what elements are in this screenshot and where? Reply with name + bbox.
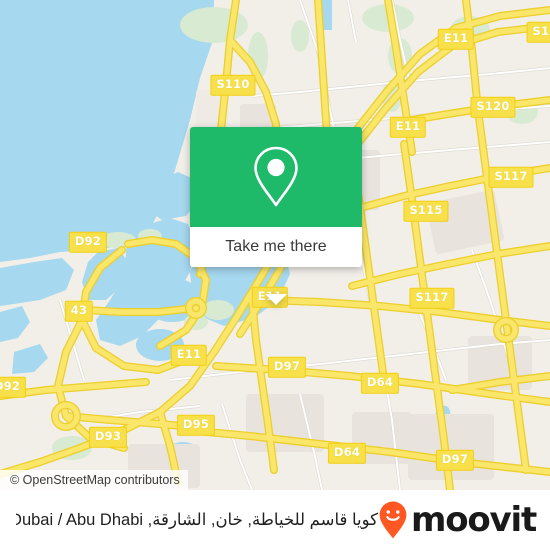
road-shield: S110 — [210, 74, 256, 96]
location-pin-icon — [254, 146, 298, 207]
footer-bar: كويا قاسم للخياطة, خان, الشارقة, Dubai /… — [0, 490, 550, 550]
road-shield: E11 — [170, 344, 208, 366]
road-shield: D93 — [88, 426, 128, 448]
road-shield: D64 — [360, 372, 400, 394]
road-shield: S120 — [470, 96, 516, 118]
road-shield: S117 — [409, 287, 455, 309]
road-shield: D97 — [435, 449, 475, 471]
road-shield: S115 — [403, 200, 449, 222]
moovit-brand[interactable]: moovit — [378, 500, 537, 540]
road-shield: D97 — [267, 356, 307, 378]
moovit-smiley-pin-icon — [379, 501, 407, 539]
take-me-there-card[interactable]: Take me there — [190, 127, 362, 305]
road-shield: D64 — [327, 442, 367, 464]
road-shield: S117 — [488, 166, 534, 188]
road-shield: E11 — [389, 116, 427, 138]
road-shield: D95 — [176, 414, 216, 436]
map-canvas[interactable]: E11S110S11S120E11S117S115D92E11S11743E11… — [0, 0, 550, 490]
take-me-there-label: Take me there — [225, 238, 327, 255]
road-shield: E11 — [437, 28, 475, 50]
road-shield: D92 — [0, 376, 27, 398]
moovit-map-screenshot: E11S110S11S120E11S117S115D92E11S11743E11… — [0, 0, 550, 550]
road-shield: 43 — [64, 300, 94, 322]
moovit-wordmark: moovit — [410, 500, 537, 540]
place-title: كويا قاسم للخياطة, خان, الشارقة, Dubai /… — [16, 511, 378, 529]
card-pointer-tail — [265, 294, 287, 305]
road-shield: D92 — [68, 231, 108, 253]
road-shield: S11 — [526, 21, 550, 43]
card-action-panel[interactable]: Take me there — [190, 227, 362, 267]
osm-attribution[interactable]: © OpenStreetMap contributors — [0, 470, 188, 490]
card-pin-panel — [190, 127, 362, 227]
